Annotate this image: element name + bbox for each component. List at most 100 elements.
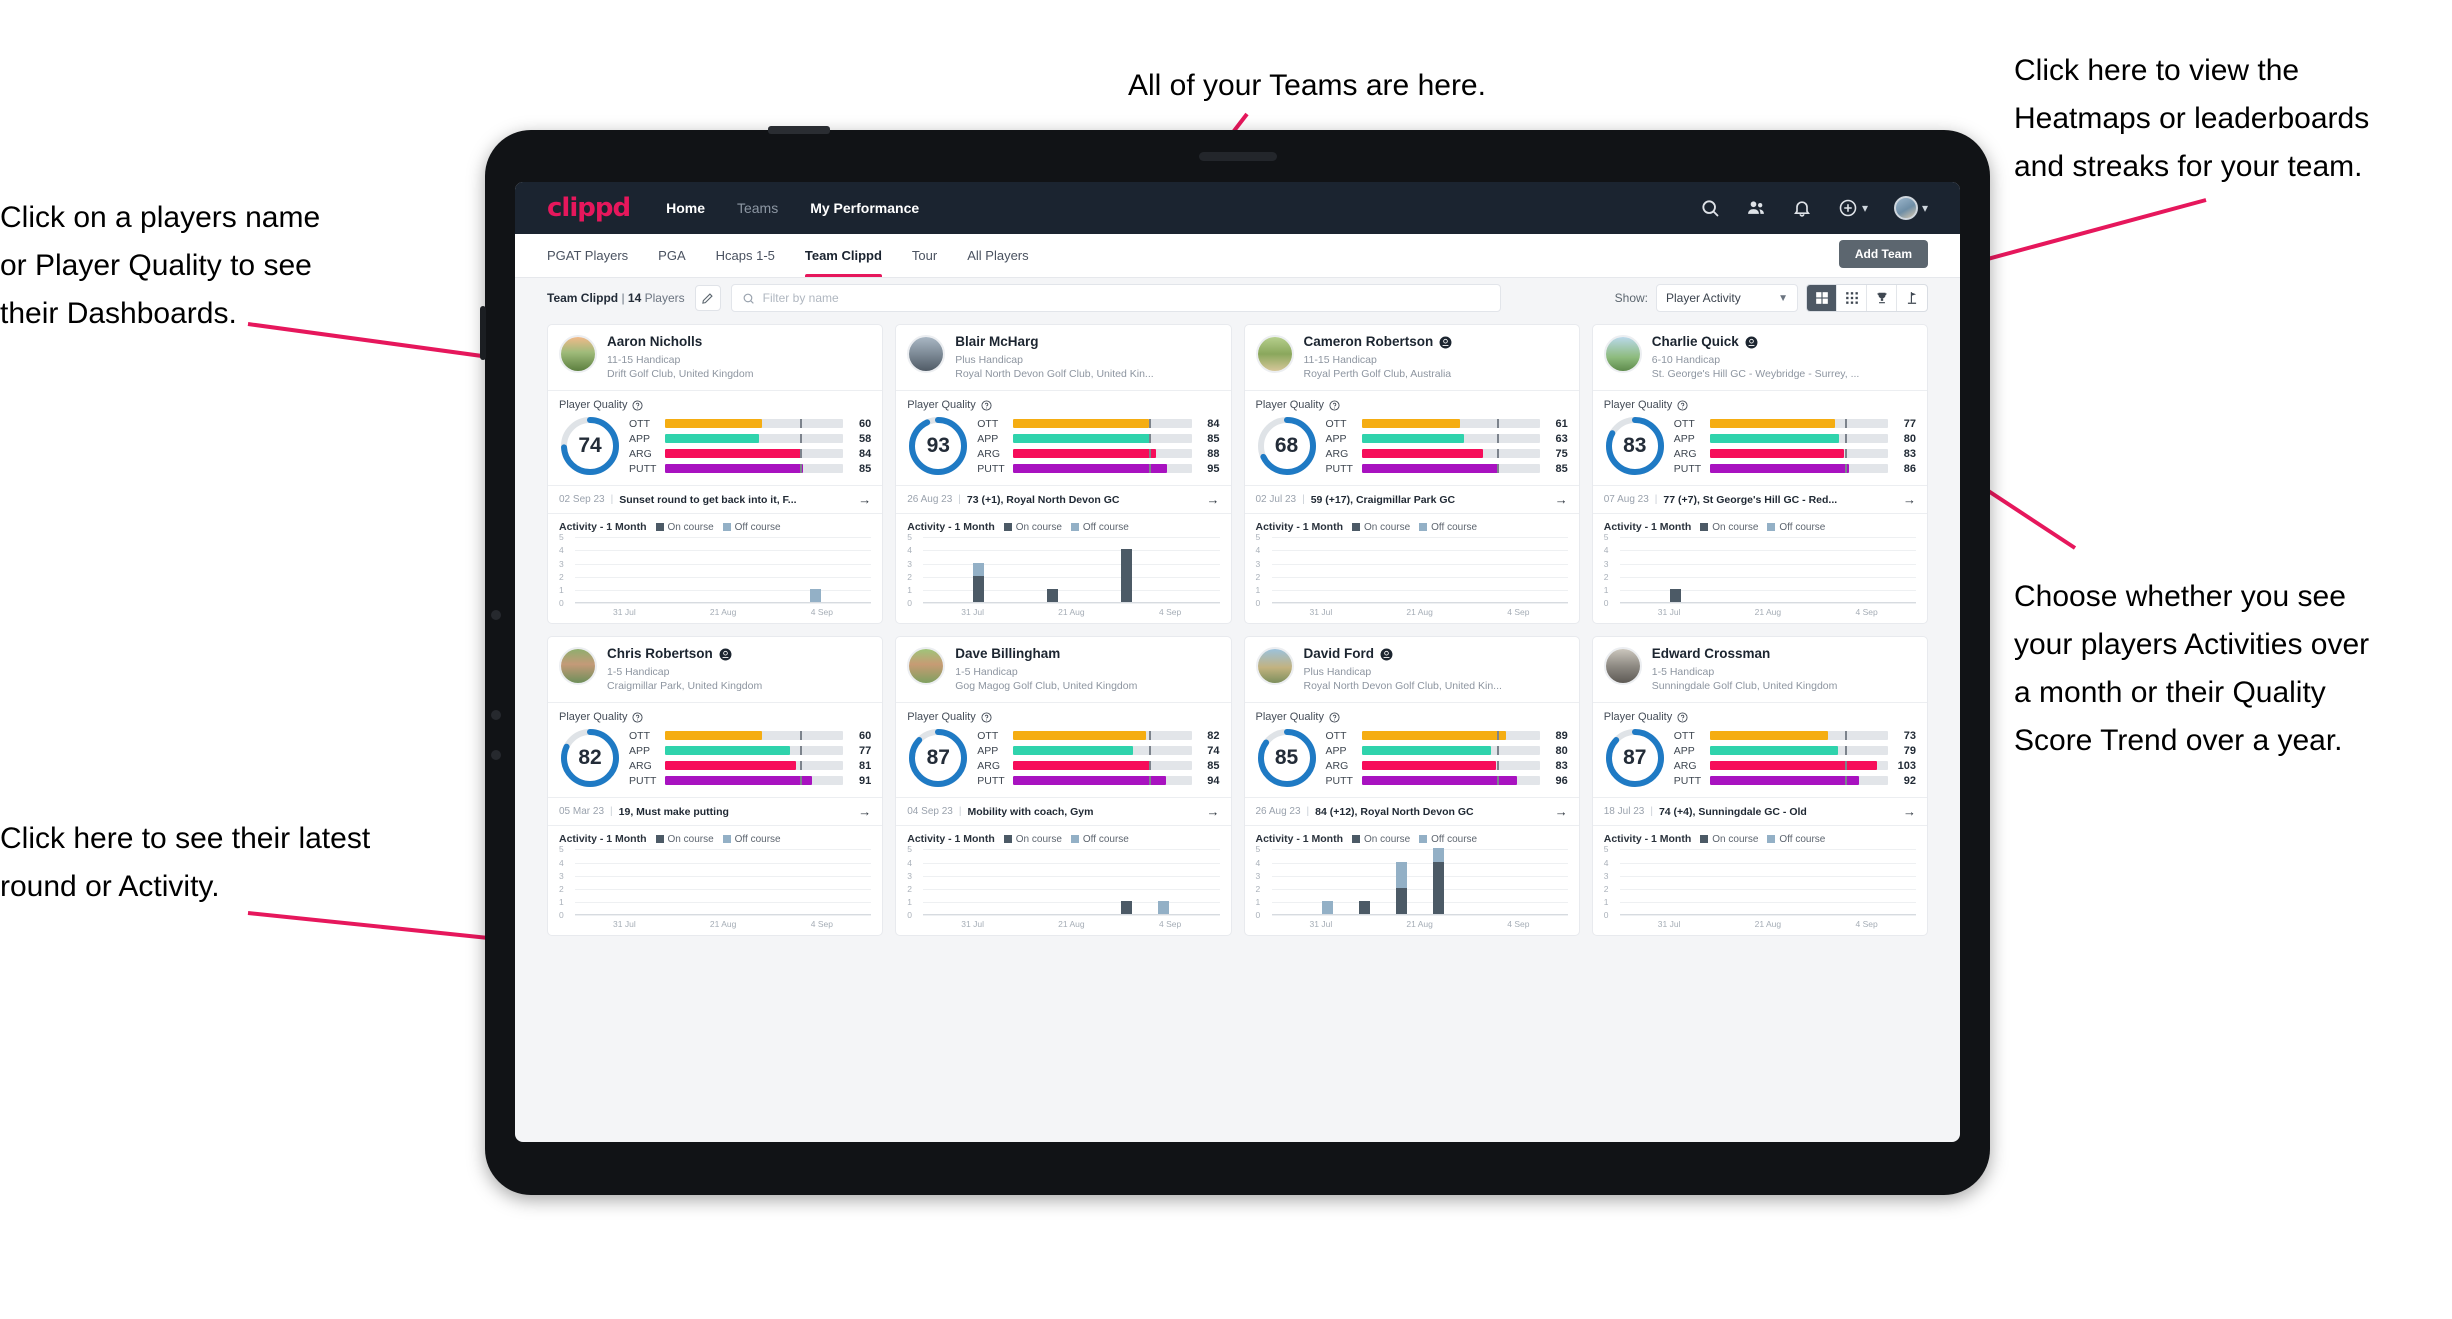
- player-quality-body[interactable]: 83 OTT 77 APP 80 ARG 83 PUTT 86: [1593, 413, 1927, 485]
- latest-activity-row[interactable]: 26 Aug 23 | 73 (+1), Royal North Devon GC →: [896, 485, 1231, 515]
- nav-link-teams[interactable]: Teams: [737, 200, 778, 216]
- view-mode-select[interactable]: Player Activity ▼: [1656, 284, 1798, 312]
- help-circle-icon[interactable]: [981, 712, 992, 723]
- player-name-row[interactable]: Charlie Quick: [1652, 334, 1916, 350]
- help-circle-icon[interactable]: [1329, 712, 1340, 723]
- player-avatar[interactable]: [1255, 647, 1294, 686]
- latest-activity-row[interactable]: 05 Mar 23 | 19, Must make putting →: [548, 797, 883, 827]
- nav-link-my-performance[interactable]: My Performance: [810, 200, 919, 216]
- player-name-row[interactable]: Chris Robertson: [607, 646, 871, 662]
- player-name[interactable]: David Ford: [1304, 646, 1375, 662]
- arrow-right-icon[interactable]: →: [1903, 492, 1916, 507]
- player-card-header[interactable]: Blair McHarg Plus Handicap Royal North Dev…: [896, 325, 1230, 390]
- tab-pgat-players[interactable]: PGAT Players: [547, 234, 628, 277]
- player-name[interactable]: Chris Robertson: [607, 646, 713, 662]
- search-field[interactable]: [730, 284, 1501, 312]
- player-quality-body[interactable]: 85 OTT 89 APP 80 ARG 83 PUTT 96: [1245, 725, 1579, 797]
- help-circle-icon[interactable]: [1677, 712, 1688, 723]
- player-card[interactable]: Dave Billingham 1-5 Handicap Gog Magog Gol…: [895, 636, 1232, 937]
- quality-score-ring[interactable]: 74: [559, 415, 621, 477]
- pencil-icon[interactable]: [694, 285, 721, 311]
- player-card-header[interactable]: Dave Billingham 1-5 Handicap Gog Magog Gol…: [896, 637, 1230, 702]
- tab-hcaps-1-5[interactable]: Hcaps 1-5: [716, 234, 775, 277]
- player-card-header[interactable]: Edward Crossman 1-5 Handicap Sunningdale G…: [1593, 637, 1927, 702]
- player-quality-body[interactable]: 93 OTT 84 APP 85 ARG 88 PUTT 95: [896, 413, 1230, 485]
- latest-activity-row[interactable]: 02 Jul 23 | 59 (+17), Craigmillar Park GC →: [1244, 485, 1579, 515]
- quality-score-ring[interactable]: 87: [1604, 727, 1666, 789]
- people-icon[interactable]: [1746, 198, 1766, 218]
- latest-activity-row[interactable]: 02 Sep 23 | Sunset round to get back into …: [548, 485, 883, 515]
- latest-activity-row[interactable]: 18 Jul 23 | 74 (+4), Sunningdale GC - Old →: [1592, 797, 1927, 827]
- player-quality-body[interactable]: 87 OTT 73 APP 79 ARG 103 PUTT 92: [1593, 725, 1927, 797]
- quality-score-ring[interactable]: 85: [1256, 727, 1318, 789]
- player-name[interactable]: Cameron Robertson: [1304, 334, 1434, 350]
- player-card[interactable]: Charlie Quick 6-10 Handicap St. George's H…: [1591, 324, 1928, 625]
- add-team-button[interactable]: Add Team: [1838, 240, 1928, 268]
- arrow-right-icon[interactable]: →: [1903, 804, 1916, 819]
- arrow-right-icon[interactable]: →: [858, 804, 871, 819]
- player-name-row[interactable]: Edward Crossman: [1652, 646, 1916, 662]
- player-card[interactable]: Chris Robertson 1-5 Handicap Craigmillar P…: [547, 636, 884, 937]
- clippd-logo[interactable]: clippd: [547, 193, 631, 223]
- latest-activity-row[interactable]: 07 Aug 23 | 77 (+7), St George's Hill GC -…: [1592, 485, 1927, 515]
- player-name-row[interactable]: Cameron Robertson: [1304, 334, 1568, 350]
- nav-link-home[interactable]: Home: [666, 200, 705, 216]
- player-card-header[interactable]: Chris Robertson 1-5 Handicap Craigmillar P…: [548, 637, 882, 702]
- arrow-right-icon[interactable]: →: [858, 492, 871, 507]
- quality-score-ring[interactable]: 82: [559, 727, 621, 789]
- player-card[interactable]: David Ford Plus Handicap Royal North Devon…: [1243, 636, 1580, 937]
- player-card[interactable]: Aaron Nicholls 11-15 Handicap Drift Golf C…: [547, 324, 884, 625]
- arrow-right-icon[interactable]: →: [1207, 492, 1220, 507]
- player-name-row[interactable]: David Ford: [1304, 646, 1568, 662]
- arrow-right-icon[interactable]: →: [1555, 492, 1568, 507]
- player-avatar[interactable]: [559, 335, 597, 373]
- plus-circle-icon[interactable]: [1838, 198, 1858, 218]
- player-card[interactable]: Cameron Robertson 11-15 Handicap Royal Per…: [1243, 324, 1580, 625]
- player-quality-body[interactable]: 87 OTT 82 APP 74 ARG 85 PUTT 94: [896, 725, 1230, 797]
- quality-score-ring[interactable]: 83: [1604, 415, 1666, 477]
- grid-large-icon[interactable]: [1807, 285, 1837, 311]
- player-quality-body[interactable]: 82 OTT 60 APP 77 ARG 81 PUTT 91: [548, 725, 882, 797]
- avatar[interactable]: [1893, 196, 1918, 220]
- player-card-header[interactable]: David Ford Plus Handicap Royal North Devon…: [1245, 637, 1579, 702]
- player-card-header[interactable]: Cameron Robertson 11-15 Handicap Royal Per…: [1245, 325, 1579, 390]
- add-menu[interactable]: ▾: [1838, 198, 1868, 218]
- help-circle-icon[interactable]: [1677, 400, 1688, 411]
- player-name[interactable]: Blair McHarg: [955, 334, 1038, 350]
- quality-score-ring[interactable]: 68: [1256, 415, 1318, 477]
- player-avatar[interactable]: [1603, 647, 1642, 686]
- arrow-right-icon[interactable]: →: [1555, 804, 1568, 819]
- player-name[interactable]: Dave Billingham: [955, 646, 1060, 662]
- player-name[interactable]: Charlie Quick: [1652, 334, 1739, 350]
- latest-activity-row[interactable]: 26 Aug 23 | 84 (+12), Royal North Devon GC…: [1244, 797, 1579, 827]
- player-name-row[interactable]: Dave Billingham: [955, 646, 1219, 662]
- tab-all-players[interactable]: All Players: [967, 234, 1028, 277]
- player-name[interactable]: Edward Crossman: [1652, 646, 1771, 662]
- flag-icon[interactable]: [1897, 285, 1927, 311]
- latest-activity-row[interactable]: 04 Sep 23 | Mobility with coach, Gym →: [896, 797, 1231, 827]
- player-avatar[interactable]: [559, 647, 597, 686]
- arrow-right-icon[interactable]: →: [1207, 804, 1220, 819]
- player-avatar[interactable]: [907, 335, 946, 373]
- player-card-header[interactable]: Aaron Nicholls 11-15 Handicap Drift Golf C…: [548, 325, 882, 390]
- player-name-row[interactable]: Aaron Nicholls: [607, 334, 871, 350]
- player-quality-body[interactable]: 68 OTT 61 APP 63 ARG 75 PUTT 85: [1245, 413, 1579, 485]
- player-avatar[interactable]: [907, 647, 946, 686]
- grid-small-icon[interactable]: [1837, 285, 1867, 311]
- tab-pga[interactable]: PGA: [658, 234, 685, 277]
- profile-menu[interactable]: ▾: [1893, 196, 1928, 220]
- bell-icon[interactable]: [1792, 198, 1812, 218]
- player-name[interactable]: Aaron Nicholls: [607, 334, 702, 350]
- tab-team-clippd[interactable]: Team Clippd: [804, 234, 882, 277]
- search-icon[interactable]: [1700, 198, 1720, 218]
- help-circle-icon[interactable]: [632, 712, 644, 723]
- player-avatar[interactable]: [1255, 335, 1294, 373]
- player-name-row[interactable]: Blair McHarg: [955, 334, 1219, 350]
- player-avatar[interactable]: [1603, 335, 1642, 373]
- quality-score-ring[interactable]: 87: [907, 727, 969, 789]
- tab-tour[interactable]: Tour: [912, 234, 937, 277]
- player-card[interactable]: Blair McHarg Plus Handicap Royal North Dev…: [895, 324, 1232, 625]
- player-card[interactable]: Edward Crossman 1-5 Handicap Sunningdale G…: [1591, 636, 1928, 937]
- quality-score-ring[interactable]: 93: [907, 415, 969, 477]
- player-card-header[interactable]: Charlie Quick 6-10 Handicap St. George's H…: [1593, 325, 1927, 390]
